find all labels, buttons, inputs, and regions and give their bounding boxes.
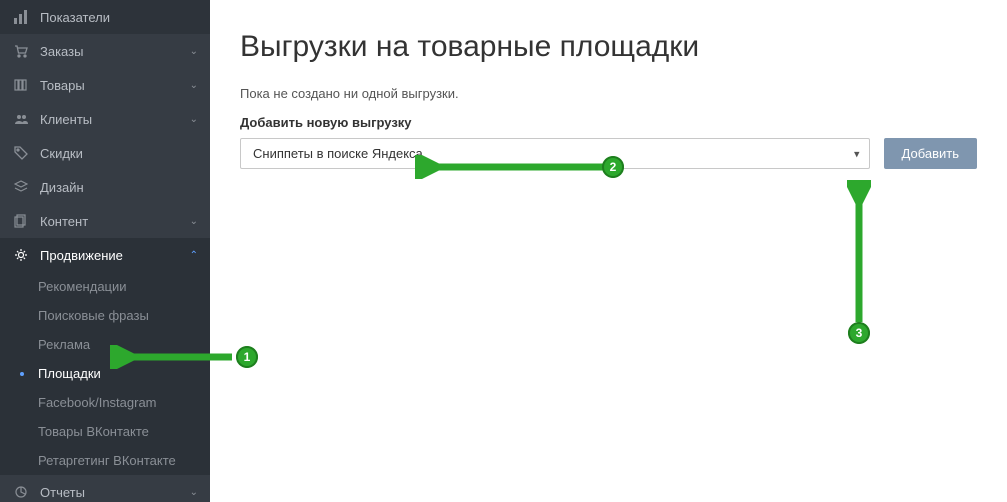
sidebar-item-label: Заказы [40, 44, 190, 59]
sidebar-item-discounts[interactable]: Скидки [0, 136, 210, 170]
sidebar-item-clients[interactable]: Клиенты ⌄ [0, 102, 210, 136]
main-content: Выгрузки на товарные площадки Пока не со… [210, 0, 1007, 502]
users-icon [12, 111, 30, 127]
sidebar-subitem-marketplaces[interactable]: Площадки [0, 359, 210, 388]
sidebar-subitem-label: Реклама [38, 337, 90, 352]
sidebar-subitem-label: Facebook/Instagram [38, 395, 157, 410]
sidebar-subitem-label: Поисковые фразы [38, 308, 149, 323]
layers-icon [12, 179, 30, 195]
sidebar-item-label: Дизайн [40, 180, 198, 195]
export-type-select[interactable]: Сниппеты в поиске Яндекса [240, 138, 870, 169]
sidebar-item-label: Товары [40, 78, 190, 93]
sidebar-item-label: Клиенты [40, 112, 190, 127]
page-title: Выгрузки на товарные площадки [240, 30, 977, 64]
callout-badge-1: 1 [236, 346, 258, 368]
copy-icon [12, 213, 30, 229]
callout-arrow-3 [847, 180, 871, 330]
sidebar-item-label: Скидки [40, 146, 198, 161]
sidebar-submenu: Рекомендации Поисковые фразы Реклама Пло… [0, 272, 210, 475]
sidebar-item-content[interactable]: Контент ⌄ [0, 204, 210, 238]
chevron-down-icon: ⌄ [190, 46, 198, 57]
chevron-down-icon: ⌄ [190, 80, 198, 91]
form-label-add-export: Добавить новую выгрузку [240, 115, 977, 130]
callout-badge-2: 2 [602, 156, 624, 178]
sidebar-subitem-label: Площадки [38, 366, 101, 381]
chevron-down-icon: ⌄ [190, 114, 198, 125]
sidebar-subitem-vk-goods[interactable]: Товары ВКонтакте [0, 417, 210, 446]
sidebar-subitem-recommendations[interactable]: Рекомендации [0, 272, 210, 301]
gear-icon [12, 247, 30, 263]
sidebar-item-metrics[interactable]: Показатели [0, 0, 210, 34]
sidebar-item-orders[interactable]: Заказы ⌄ [0, 34, 210, 68]
bars-icon [12, 9, 30, 25]
sidebar-item-reports[interactable]: Отчеты ⌄ [0, 475, 210, 502]
chevron-down-icon: ⌄ [190, 216, 198, 227]
cart-icon [12, 43, 30, 59]
sidebar-item-promotion[interactable]: Продвижение ⌃ [0, 238, 210, 272]
empty-state-message: Пока не создано ни одной выгрузки. [240, 86, 977, 101]
sidebar-item-design[interactable]: Дизайн [0, 170, 210, 204]
sidebar-subitem-label: Товары ВКонтакте [38, 424, 149, 439]
sidebar-subitem-label: Рекомендации [38, 279, 127, 294]
piechart-icon [12, 484, 30, 500]
sidebar-item-label: Отчеты [40, 485, 190, 500]
tag-icon [12, 145, 30, 161]
sidebar: Показатели Заказы ⌄ Товары ⌄ Клиенты ⌄ С… [0, 0, 210, 502]
chevron-down-icon: ⌄ [190, 487, 198, 498]
sidebar-subitem-facebook-instagram[interactable]: Facebook/Instagram [0, 388, 210, 417]
chevron-up-icon: ⌃ [190, 250, 198, 261]
sidebar-item-label: Продвижение [40, 248, 190, 263]
sidebar-item-label: Контент [40, 214, 190, 229]
add-button[interactable]: Добавить [884, 138, 977, 169]
books-icon [12, 77, 30, 93]
sidebar-item-label: Показатели [40, 10, 198, 25]
sidebar-subitem-search-phrases[interactable]: Поисковые фразы [0, 301, 210, 330]
sidebar-subitem-vk-retargeting[interactable]: Ретаргетинг ВКонтакте [0, 446, 210, 475]
sidebar-subitem-label: Ретаргетинг ВКонтакте [38, 453, 176, 468]
callout-badge-3: 3 [848, 322, 870, 344]
sidebar-item-products[interactable]: Товары ⌄ [0, 68, 210, 102]
export-type-select-wrap: Сниппеты в поиске Яндекса [240, 138, 870, 169]
sidebar-subitem-advertising[interactable]: Реклама [0, 330, 210, 359]
